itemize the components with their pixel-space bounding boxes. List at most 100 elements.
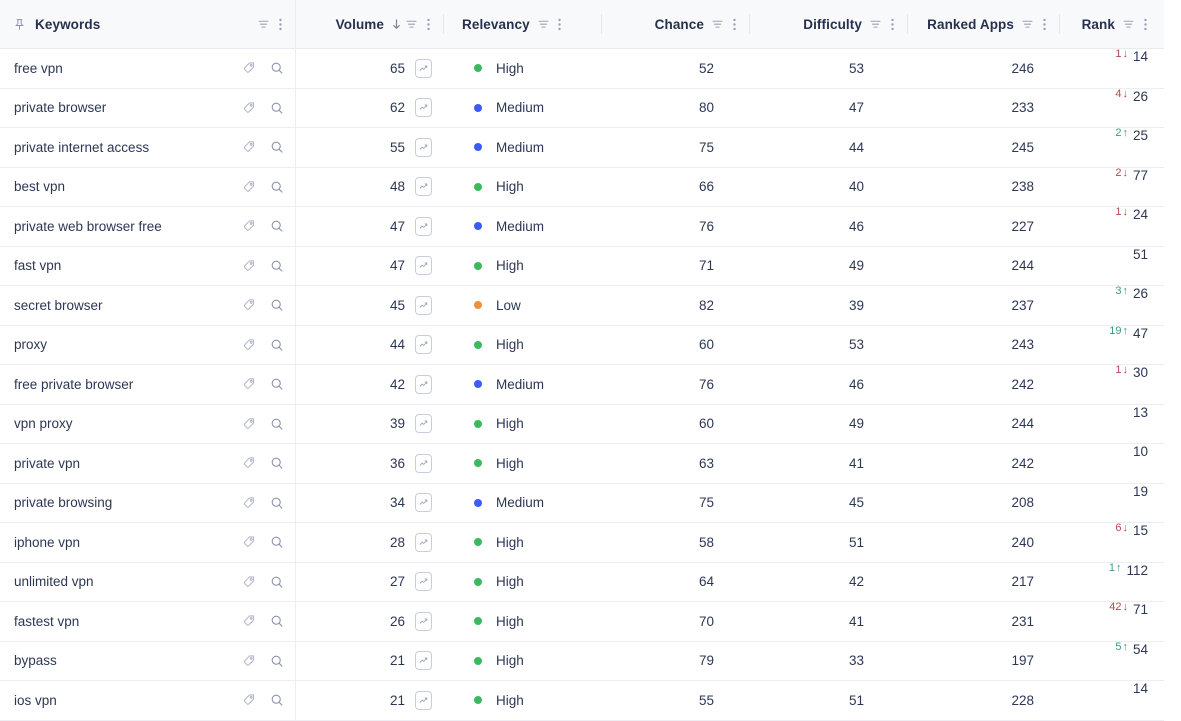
cell-keyword[interactable]: private web browser free xyxy=(0,206,296,247)
table-row[interactable]: fastest vpn 26 High 70 41 231 42 ↓ 71 xyxy=(0,601,1164,642)
filter-icon[interactable] xyxy=(869,18,882,31)
table-row[interactable]: bypass 21 High 79 33 197 5 ↑ 54 xyxy=(0,641,1164,681)
table-row[interactable]: private browsing 34 Medium 75 45 208 19 xyxy=(0,483,1164,523)
column-header-volume[interactable]: Volume xyxy=(296,0,444,49)
cell-keyword[interactable]: free vpn xyxy=(0,48,296,89)
cell-keyword[interactable]: private browser xyxy=(0,88,296,128)
table-row[interactable]: best vpn 48 High 66 40 238 2 ↓ 77 xyxy=(0,167,1164,207)
tag-icon[interactable] xyxy=(242,614,256,628)
magnifier-icon[interactable] xyxy=(270,693,284,707)
trend-chart-icon[interactable] xyxy=(415,216,432,236)
magnifier-icon[interactable] xyxy=(270,338,284,352)
cell-keyword[interactable]: private internet access xyxy=(0,127,296,168)
magnifier-icon[interactable] xyxy=(270,140,284,154)
table-row[interactable]: vpn proxy 39 High 60 49 244 13 xyxy=(0,404,1164,444)
magnifier-icon[interactable] xyxy=(270,654,284,668)
tag-icon[interactable] xyxy=(242,61,256,75)
trend-chart-icon[interactable] xyxy=(415,532,432,552)
tag-icon[interactable] xyxy=(242,693,256,707)
magnifier-icon[interactable] xyxy=(270,456,284,470)
filter-icon[interactable] xyxy=(405,18,418,31)
filter-icon[interactable] xyxy=(1021,18,1034,31)
cell-keyword[interactable]: proxy xyxy=(0,325,296,365)
trend-chart-icon[interactable] xyxy=(415,374,432,394)
column-header-ranked-apps[interactable]: Ranked Apps xyxy=(908,0,1060,49)
column-header-rank[interactable]: Rank xyxy=(1060,0,1164,49)
tag-icon[interactable] xyxy=(242,140,256,154)
tag-icon[interactable] xyxy=(242,180,256,194)
table-row[interactable]: private web browser free 47 Medium 76 46… xyxy=(0,206,1164,247)
tag-icon[interactable] xyxy=(242,101,256,115)
magnifier-icon[interactable] xyxy=(270,496,284,510)
magnifier-icon[interactable] xyxy=(270,535,284,549)
pushpin-icon[interactable] xyxy=(13,18,26,31)
tag-icon[interactable] xyxy=(242,298,256,312)
cell-keyword[interactable]: best vpn xyxy=(0,167,296,207)
filter-icon[interactable] xyxy=(257,18,270,31)
trend-chart-icon[interactable] xyxy=(415,493,432,513)
magnifier-icon[interactable] xyxy=(270,377,284,391)
tag-icon[interactable] xyxy=(242,535,256,549)
tag-icon[interactable] xyxy=(242,417,256,431)
cell-keyword[interactable]: iphone vpn xyxy=(0,522,296,563)
filter-icon[interactable] xyxy=(537,18,550,31)
cell-keyword[interactable]: fast vpn xyxy=(0,246,296,286)
table-row[interactable]: secret browser 45 Low 82 39 237 3 ↑ 26 xyxy=(0,285,1164,326)
tag-icon[interactable] xyxy=(242,496,256,510)
magnifier-icon[interactable] xyxy=(270,417,284,431)
tag-icon[interactable] xyxy=(242,377,256,391)
more-options-icon[interactable] xyxy=(727,18,741,31)
more-options-icon[interactable] xyxy=(885,18,899,31)
filter-icon[interactable] xyxy=(711,18,724,31)
trend-chart-icon[interactable] xyxy=(415,572,432,592)
table-row[interactable]: free private browser 42 Medium 76 46 242… xyxy=(0,364,1164,405)
trend-chart-icon[interactable] xyxy=(415,295,432,315)
more-options-icon[interactable] xyxy=(1037,18,1051,31)
sort-descending-arrow-icon[interactable] xyxy=(391,18,402,31)
more-options-icon[interactable] xyxy=(273,18,287,31)
trend-chart-icon[interactable] xyxy=(415,453,432,473)
magnifier-icon[interactable] xyxy=(270,614,284,628)
table-row[interactable]: fast vpn 47 High 71 49 244 51 xyxy=(0,246,1164,286)
more-options-icon[interactable] xyxy=(553,18,567,31)
table-row[interactable]: free vpn 65 High 52 53 246 1 ↓ 14 xyxy=(0,48,1164,89)
trend-chart-icon[interactable] xyxy=(415,137,432,157)
trend-chart-icon[interactable] xyxy=(415,414,432,434)
magnifier-icon[interactable] xyxy=(270,101,284,115)
trend-chart-icon[interactable] xyxy=(415,651,432,671)
tag-icon[interactable] xyxy=(242,456,256,470)
cell-keyword[interactable]: private browsing xyxy=(0,483,296,523)
magnifier-icon[interactable] xyxy=(270,575,284,589)
cell-keyword[interactable]: secret browser xyxy=(0,285,296,326)
cell-keyword[interactable]: ios vpn xyxy=(0,680,296,721)
tag-icon[interactable] xyxy=(242,575,256,589)
cell-keyword[interactable]: bypass xyxy=(0,641,296,681)
magnifier-icon[interactable] xyxy=(270,180,284,194)
cell-keyword[interactable]: fastest vpn xyxy=(0,601,296,642)
cell-keyword[interactable]: unlimited vpn xyxy=(0,562,296,602)
column-header-difficulty[interactable]: Difficulty xyxy=(750,0,908,49)
table-row[interactable]: ios vpn 21 High 55 51 228 14 xyxy=(0,680,1164,721)
cell-keyword[interactable]: private vpn xyxy=(0,443,296,484)
trend-chart-icon[interactable] xyxy=(415,98,432,118)
magnifier-icon[interactable] xyxy=(270,61,284,75)
trend-chart-icon[interactable] xyxy=(415,256,432,276)
tag-icon[interactable] xyxy=(242,259,256,273)
magnifier-icon[interactable] xyxy=(270,298,284,312)
trend-chart-icon[interactable] xyxy=(415,177,432,197)
column-header-relevancy[interactable]: Relevancy xyxy=(444,0,602,49)
tag-icon[interactable] xyxy=(242,654,256,668)
column-header-keywords[interactable]: Keywords xyxy=(0,0,296,49)
cell-keyword[interactable]: free private browser xyxy=(0,364,296,405)
trend-chart-icon[interactable] xyxy=(415,690,432,710)
column-header-chance[interactable]: Chance xyxy=(602,0,750,49)
trend-chart-icon[interactable] xyxy=(415,611,432,631)
trend-chart-icon[interactable] xyxy=(415,335,432,355)
table-row[interactable]: private vpn 36 High 63 41 242 10 xyxy=(0,443,1164,484)
table-row[interactable]: private internet access 55 Medium 75 44 … xyxy=(0,127,1164,168)
trend-chart-icon[interactable] xyxy=(415,58,432,78)
more-options-icon[interactable] xyxy=(421,18,435,31)
table-row[interactable]: proxy 44 High 60 53 243 19 ↑ 47 xyxy=(0,325,1164,365)
more-options-icon[interactable] xyxy=(1138,18,1152,31)
table-row[interactable]: iphone vpn 28 High 58 51 240 6 ↓ 15 xyxy=(0,522,1164,563)
